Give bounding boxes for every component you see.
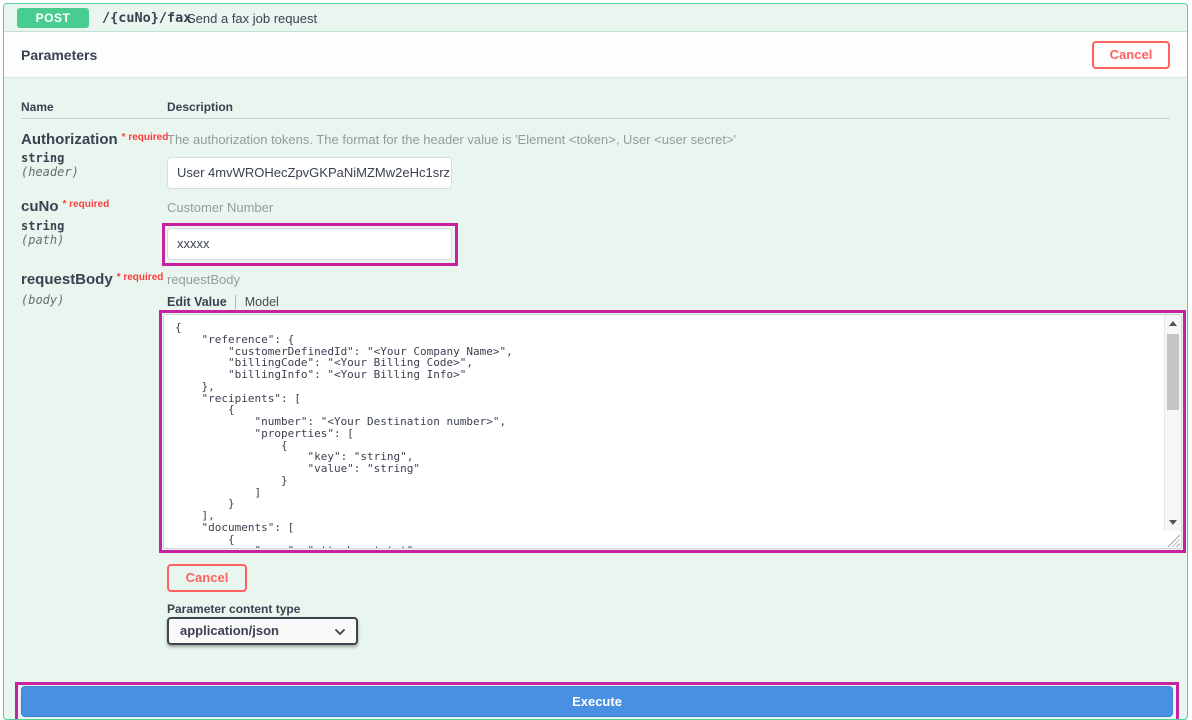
scrollbar-thumb[interactable] [1167,334,1179,410]
execute-button[interactable]: Execute [21,686,1173,717]
tab-edit-value[interactable]: Edit Value [167,295,227,309]
description-column-header: Description [167,100,233,114]
required-marker: * required [63,199,110,210]
required-marker: * required [122,132,169,143]
param-name-text: requestBody [21,271,113,288]
param-name-text: Authorization [21,131,118,148]
cuno-input[interactable]: xxxxx [167,228,452,260]
cancel-button-top[interactable]: Cancel [1092,41,1170,69]
scroll-down-icon[interactable] [1169,520,1177,525]
scroll-up-icon[interactable] [1169,321,1177,326]
param-name-cuno: cuNo * required [21,198,109,215]
editor-scrollbar[interactable] [1164,315,1181,531]
param-name-text: cuNo [21,198,59,215]
parameters-section-header: Parameters Cancel [4,31,1187,78]
param-location-authorization: (header) [21,165,79,179]
param-description-authorization: The authorization tokens. The format for… [167,132,736,147]
name-column-header: Name [21,100,54,114]
content-type-select[interactable]: application/json [167,617,358,645]
required-marker: * required [117,272,164,283]
param-description-cuno: Customer Number [167,200,273,215]
endpoint-summary-text: Send a fax job request [187,11,317,26]
param-type-cuno: string [21,219,64,233]
endpoint-path: /{cuNo}/fax [102,10,191,26]
method-badge-post: POST [17,8,89,28]
param-name-authorization: Authorization * required [21,131,168,148]
param-description-requestbody: requestBody [167,272,240,287]
table-header-divider [21,118,1170,119]
param-location-cuno: (path) [21,233,64,247]
param-type-authorization: string [21,151,64,165]
request-body-tabs: Edit Value Model [167,295,279,309]
resize-grip-icon[interactable] [1166,533,1180,547]
parameters-title: Parameters [21,47,97,63]
tab-model[interactable]: Model [235,295,279,309]
chevron-down-icon [334,626,346,638]
endpoint-summary-bar[interactable]: POST /{cuNo}/fax Send a fax job request [4,4,1187,31]
parameter-content-type-label: Parameter content type [167,602,300,616]
param-name-requestbody: requestBody * required [21,271,163,288]
authorization-input[interactable]: User 4mvWROHecZpvGKPaNiMZMw2eHc1srzNSxNm… [167,157,452,189]
request-body-json[interactable]: { "reference": { "customerDefinedId": "<… [164,315,1164,548]
cancel-button-body[interactable]: Cancel [167,564,247,592]
request-body-editor[interactable]: { "reference": { "customerDefinedId": "<… [163,314,1182,549]
operation-block-post-fax: POST /{cuNo}/fax Send a fax job request … [3,3,1188,720]
param-location-requestbody: (body) [21,293,64,307]
content-type-value: application/json [180,623,279,638]
